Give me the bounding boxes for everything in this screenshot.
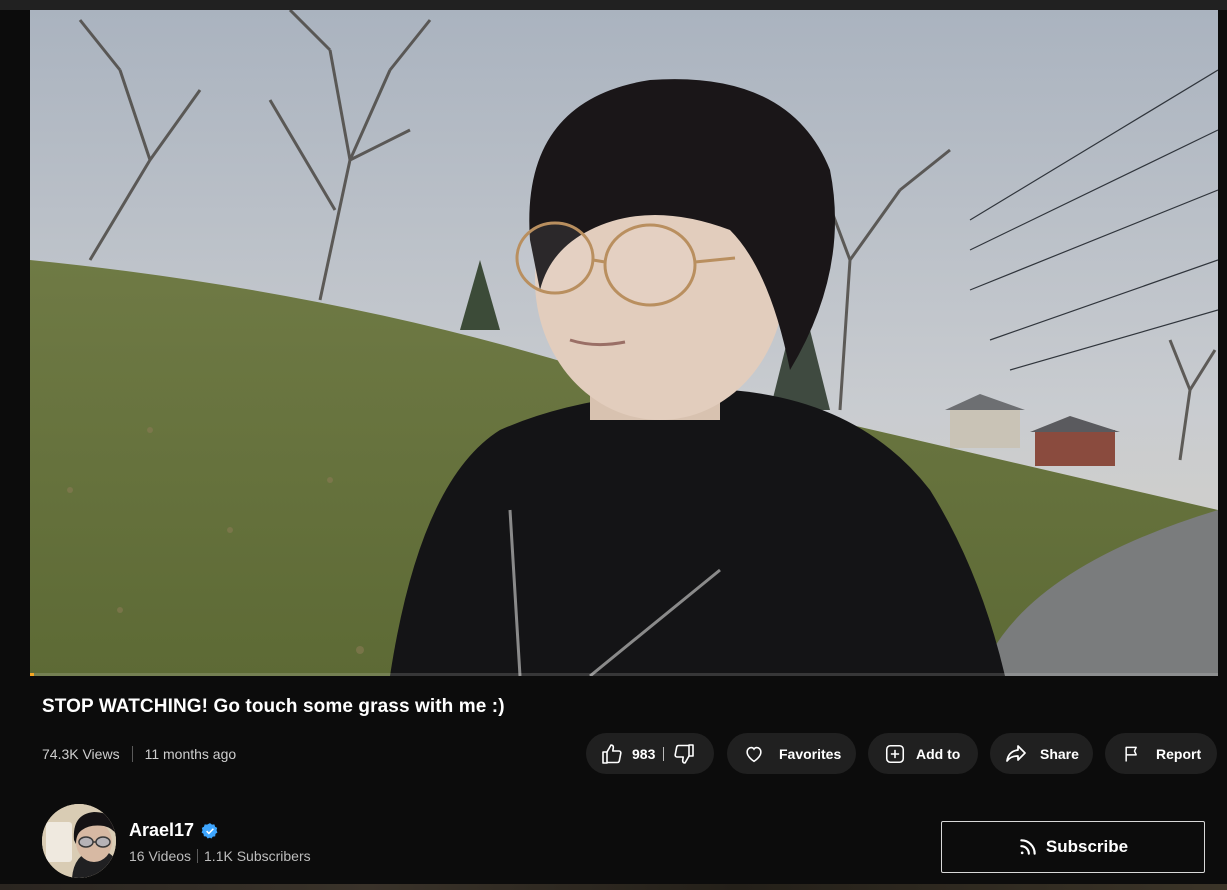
like-dislike-group: 983 xyxy=(586,733,714,774)
add-to-button[interactable]: Add to xyxy=(868,733,978,774)
plus-square-icon xyxy=(885,744,905,763)
progress-bar-played xyxy=(30,673,34,676)
like-count: 983 xyxy=(632,745,656,762)
next-content-strip xyxy=(0,884,1227,890)
favorites-label: Favorites xyxy=(779,745,842,762)
channel-info: Arael17 16 Videos 1.1K Subscribers xyxy=(42,804,642,878)
meta-divider xyxy=(131,746,133,762)
report-button[interactable]: Report xyxy=(1105,733,1217,774)
subscriber-count: 1.1K Subscribers xyxy=(204,848,311,864)
share-arrow-icon xyxy=(1006,744,1026,762)
avatar-image xyxy=(42,804,116,878)
top-bar xyxy=(0,0,1227,10)
channel-stats: 16 Videos 1.1K Subscribers xyxy=(129,848,311,864)
verified-check-icon xyxy=(201,822,218,839)
add-to-label: Add to xyxy=(916,745,961,762)
video-title: STOP WATCHING! Go touch some grass with … xyxy=(42,696,505,717)
rss-icon xyxy=(1020,839,1036,855)
post-date: 11 months ago xyxy=(144,746,237,762)
video-frame xyxy=(30,10,1218,676)
report-label: Report xyxy=(1156,745,1202,762)
channel-name-row: Arael17 xyxy=(129,820,219,841)
video-meta: 74.3K Views 11 months ago xyxy=(42,744,236,764)
share-button[interactable]: Share xyxy=(990,733,1093,774)
progress-track[interactable] xyxy=(30,673,1218,676)
subscribe-button[interactable]: Subscribe xyxy=(941,821,1205,873)
channel-avatar[interactable] xyxy=(42,804,116,878)
video-count: 16 Videos xyxy=(129,848,192,864)
heart-icon xyxy=(746,746,762,762)
share-label: Share xyxy=(1040,745,1079,762)
thumbs-up-icon[interactable] xyxy=(600,742,624,766)
subscribe-label: Subscribe xyxy=(1045,837,1129,856)
view-count: 74.3K Views xyxy=(42,746,120,762)
like-divider xyxy=(663,746,665,761)
channel-name[interactable]: Arael17 xyxy=(129,820,194,841)
stats-divider xyxy=(197,849,199,863)
thumbs-down-icon[interactable] xyxy=(672,742,696,766)
video-player[interactable] xyxy=(30,10,1218,676)
favorites-button[interactable]: Favorites xyxy=(727,733,856,774)
flag-icon xyxy=(1125,746,1137,761)
